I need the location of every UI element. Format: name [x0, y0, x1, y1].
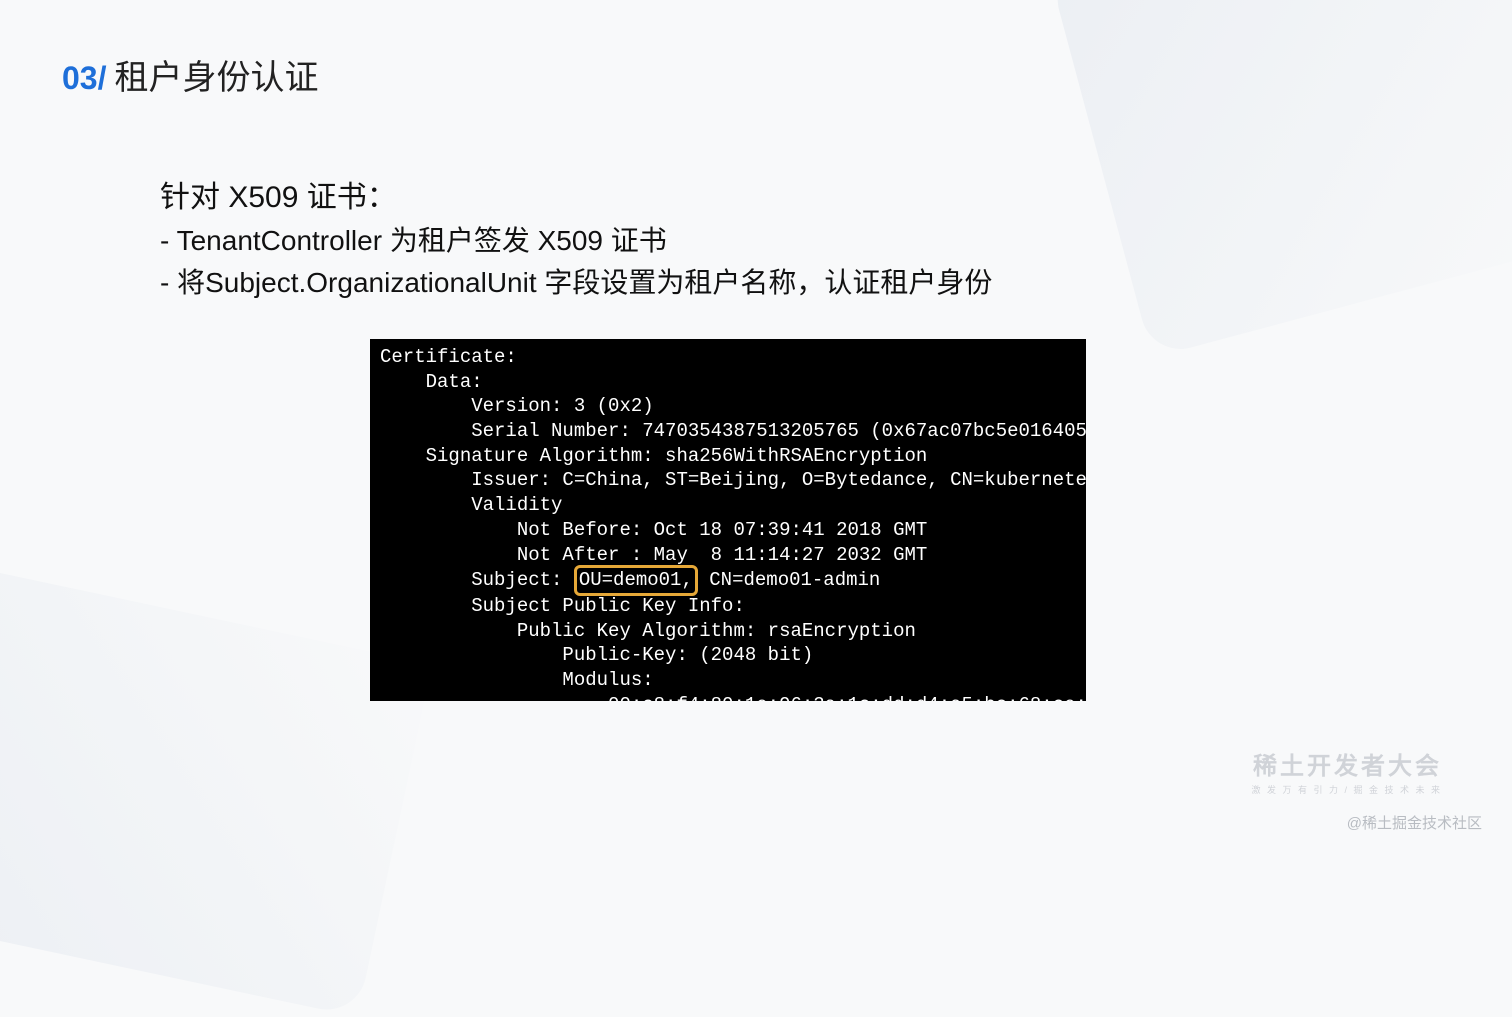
section-title: 租户身份认证 [114, 50, 318, 99]
cert-line: Public Key Algorithm: rsaEncryption [380, 620, 916, 642]
cert-line: Public-Key: (2048 bit) [380, 644, 813, 666]
cert-line: Signature Algorithm: sha256WithRSAEncryp… [380, 445, 927, 467]
cert-line: Certificate: [380, 346, 517, 368]
content-heading: 针对 X509 证书： [160, 175, 1352, 220]
cert-line: Validity [380, 494, 562, 516]
cert-line: Subject Public Key Info: [380, 595, 745, 617]
section-number: 03/ [62, 60, 106, 97]
cert-line: Data: [380, 371, 483, 393]
cert-line: Modulus: [380, 669, 654, 691]
bullet-2: - 将Subject.OrganizationalUnit 字段设置为租户名称，… [160, 262, 1352, 304]
conference-logo: 稀土开发者大会 激 发 万 有 引 力 / 掘 金 技 术 未 来 [1251, 746, 1442, 796]
logo-tagline: 激 发 万 有 引 力 / 掘 金 技 术 未 来 [1251, 783, 1442, 796]
cert-line: Not After : May 8 11:14:27 2032 GMT [380, 544, 927, 566]
logo-main: 稀土开发者大会 [1251, 746, 1442, 781]
cert-subject-suffix: CN=demo01-admin [698, 569, 880, 591]
cert-line: Version: 3 (0x2) [380, 395, 654, 417]
cert-line: Not Before: Oct 18 07:39:41 2018 GMT [380, 519, 927, 541]
highlighted-ou: OU=demo01, [574, 565, 698, 596]
cert-line: Serial Number: 7470354387513205765 (0x67… [380, 420, 1086, 442]
cert-subject-prefix: Subject: [380, 569, 574, 591]
cert-line: 00:c8:f4:80:1e:96:3a:1c:dd:d4:a5:bc:68:c… [380, 694, 1086, 701]
slide-header: 03/ 租户身份认证 [62, 50, 318, 99]
watermark: @稀土掘金技术社区 [1347, 812, 1482, 833]
cert-line: Issuer: C=China, ST=Beijing, O=Bytedance… [380, 469, 1086, 491]
bullet-1: - TenantController 为租户签发 X509 证书 [160, 220, 1352, 262]
certificate-terminal: Certificate: Data: Version: 3 (0x2) Seri… [370, 339, 1086, 701]
content-block: 针对 X509 证书： - TenantController 为租户签发 X50… [160, 175, 1352, 304]
